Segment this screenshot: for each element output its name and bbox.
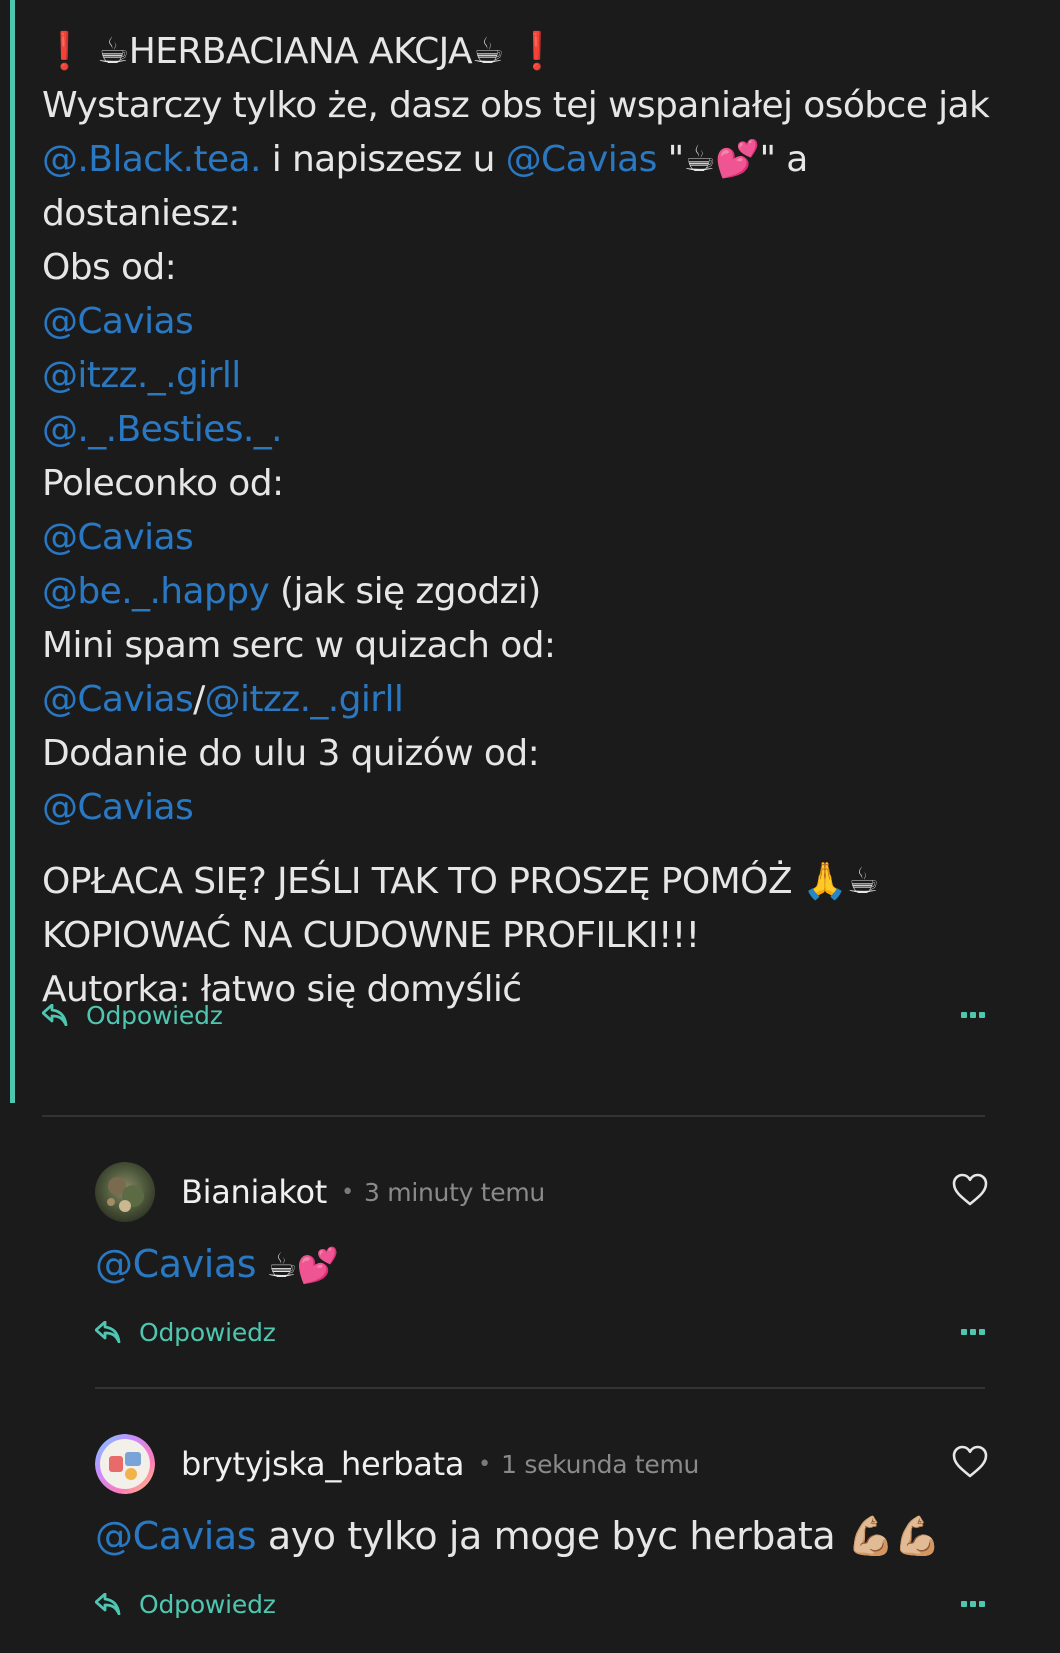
reply-arrow-icon: [42, 1004, 68, 1026]
username[interactable]: brytyjska_herbata: [181, 1445, 464, 1483]
comment-actions: Odpowiedz: [95, 1312, 276, 1352]
more-options-button[interactable]: [958, 1589, 988, 1619]
reply-label: Odpowiedz: [139, 1589, 276, 1619]
username[interactable]: Bianiakot: [181, 1173, 327, 1211]
divider: [95, 1387, 985, 1389]
mention-link[interactable]: @itzz._.girll: [42, 355, 241, 396]
more-dots-icon: [961, 1329, 985, 1335]
mention-link[interactable]: @Cavias: [506, 139, 658, 180]
more-dots-icon: [961, 1601, 985, 1607]
mention-link[interactable]: @itzz._.girll: [205, 679, 404, 720]
thread-indicator-bar: [10, 0, 15, 1103]
main-comment: ❗ ☕HERBACIANA AKCJA☕ ❗ Wystarczy tylko że…: [0, 0, 1060, 1105]
comment-actions: Odpowiedz: [42, 995, 223, 1035]
reply-label: Odpowiedz: [139, 1317, 276, 1347]
timestamp: 3 minuty temu: [364, 1177, 545, 1207]
mention-link[interactable]: @be._.happy: [42, 571, 270, 612]
text-segment: Poleconko od:: [42, 463, 284, 504]
text-segment: i napiszesz u: [260, 139, 506, 180]
mention-link[interactable]: @Cavias: [95, 1514, 257, 1558]
reply-button[interactable]: Odpowiedz: [95, 1318, 276, 1347]
reply-button[interactable]: Odpowiedz: [42, 1001, 223, 1030]
mention-link[interactable]: @Cavias: [42, 679, 194, 720]
text-segment: (jak się zgodzi): [269, 571, 541, 612]
more-options-button[interactable]: [958, 1317, 988, 1347]
text-line: @._.Besties._.: [42, 403, 1002, 457]
avatar[interactable]: [95, 1162, 155, 1222]
mention-link[interactable]: @.Black.tea.: [42, 139, 261, 180]
text-line: Wystarczy tylko że, dasz obs tej wspania…: [42, 79, 1002, 133]
comment-header: Bianiakot • 3 minuty temu: [181, 1166, 545, 1218]
heart-icon[interactable]: [950, 1170, 990, 1210]
mention-link[interactable]: @Cavias: [42, 787, 194, 828]
reply-comment: brytyjska_herbata • 1 sekunda temu @Cavi…: [95, 1434, 990, 1644]
reply-label: Odpowiedz: [86, 1000, 223, 1030]
more-dots-icon: [961, 1012, 985, 1018]
text-line: Poleconko od:: [42, 457, 1002, 511]
text-line: @.Black.tea. i napiszesz u @Cavias "☕💕" …: [42, 133, 1002, 187]
text-line: @Cavias/@itzz._.girll: [42, 673, 1002, 727]
text-line: @itzz._.girll: [42, 349, 1002, 403]
more-options-button[interactable]: [958, 1000, 988, 1030]
separator-dot: •: [341, 1179, 355, 1205]
text-segment: Mini spam serc w quizach od:: [42, 625, 556, 666]
text-segment: /: [193, 679, 205, 720]
text-line: Dodanie do ulu 3 quizów od:: [42, 727, 1002, 781]
text-line: Mini spam serc w quizach od:: [42, 619, 1002, 673]
reply-arrow-icon: [95, 1593, 121, 1615]
comment-text-body: ☕💕: [256, 1246, 339, 1286]
text-segment: Wystarczy tylko że, dasz obs tej wspania…: [42, 85, 990, 126]
text-line: dostaniesz:: [42, 187, 1002, 241]
text-segment: ❗ ☕HERBACIANA AKCJA☕ ❗: [42, 31, 559, 72]
mention-link[interactable]: @Cavias: [42, 517, 194, 558]
text-segment: Obs od:: [42, 247, 177, 288]
text-line: Obs od:: [42, 241, 1002, 295]
mention-link[interactable]: @Cavias: [42, 301, 194, 342]
text-segment: "☕💕" a: [656, 139, 809, 180]
heart-icon[interactable]: [950, 1442, 990, 1482]
reply-comment: Bianiakot • 3 minuty temu @Cavias ☕💕 Odp…: [95, 1162, 990, 1362]
comment-text: @Cavias ☕💕: [95, 1238, 339, 1292]
text-line: @Cavias: [42, 295, 1002, 349]
divider: [42, 1115, 985, 1117]
text-segment: Dodanie do ulu 3 quizów od:: [42, 733, 540, 774]
comments-page: ❗ ☕HERBACIANA AKCJA☕ ❗ Wystarczy tylko że…: [0, 0, 1060, 1653]
text-line: ❗ ☕HERBACIANA AKCJA☕ ❗: [42, 25, 1002, 79]
reply-button[interactable]: Odpowiedz: [95, 1590, 276, 1619]
text-line: OPŁACA SIĘ? JEŚLI TAK TO PROSZĘ POMÓŻ 🙏☕: [42, 855, 1002, 909]
text-line: @Cavias: [42, 781, 1002, 835]
timestamp: 1 sekunda temu: [501, 1449, 700, 1479]
comment-actions: Odpowiedz: [95, 1584, 276, 1624]
text-segment: OPŁACA SIĘ? JEŚLI TAK TO PROSZĘ POMÓŻ 🙏☕: [42, 861, 879, 902]
text-line: @be._.happy (jak się zgodzi): [42, 565, 1002, 619]
comment-text-body: ayo tylko ja moge byc herbata 💪🏼💪🏼: [256, 1514, 941, 1558]
text-segment: dostaniesz:: [42, 193, 241, 234]
separator-dot: •: [478, 1451, 492, 1477]
mention-link[interactable]: @Cavias: [95, 1242, 257, 1286]
comment-header: brytyjska_herbata • 1 sekunda temu: [181, 1438, 699, 1490]
comment-body: ❗ ☕HERBACIANA AKCJA☕ ❗ Wystarczy tylko że…: [42, 25, 1002, 1017]
mention-link[interactable]: @._.Besties._.: [42, 409, 283, 450]
text-segment: KOPIOWAĆ NA CUDOWNE PROFILKI!!!: [42, 915, 700, 956]
comment-text: @Cavias ayo tylko ja moge byc herbata 💪🏼…: [95, 1510, 941, 1562]
avatar[interactable]: [95, 1434, 155, 1494]
text-line: KOPIOWAĆ NA CUDOWNE PROFILKI!!!: [42, 909, 1002, 963]
text-line: @Cavias: [42, 511, 1002, 565]
reply-arrow-icon: [95, 1321, 121, 1343]
